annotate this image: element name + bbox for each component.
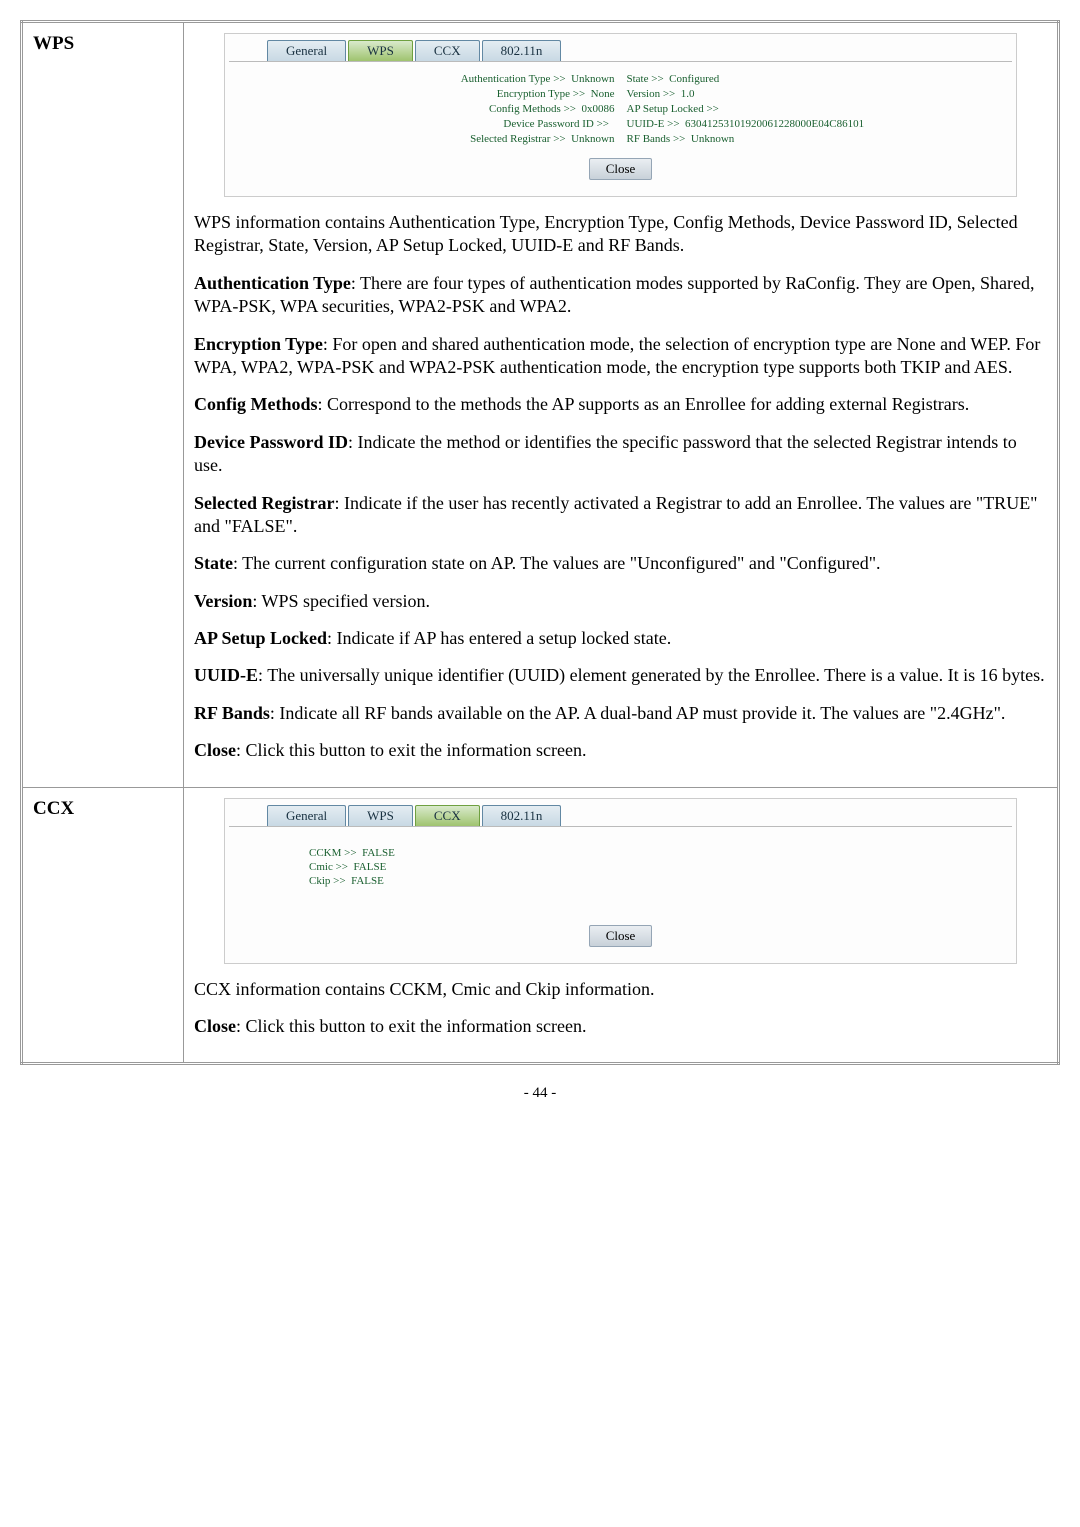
cfg-methods-value: 0x0086	[582, 103, 615, 115]
tab-ccx[interactable]: CCX	[415, 40, 480, 61]
wps-close-button[interactable]: Close	[589, 158, 653, 180]
wps-state-text: State: The current configuration state o…	[194, 552, 1047, 575]
tab-80211n[interactable]: 802.11n	[482, 40, 562, 61]
cmic-label: Cmic >>	[309, 861, 348, 873]
rf-value: Unknown	[691, 133, 734, 145]
ccx-tab-row: General WPS CCX 802.11n	[267, 805, 1012, 826]
wps-auth-text: Authentication Type: There are four type…	[194, 272, 1047, 319]
uuid-value: 63041253101920061228000E04C86101	[685, 118, 864, 130]
ccx-ui-panel: General WPS CCX 802.11n CCKM >> FALSE Cm…	[224, 798, 1017, 964]
state-label: State >>	[627, 73, 664, 85]
wps-enc-text: Encryption Type: For open and shared aut…	[194, 333, 1047, 380]
version-value: 1.0	[681, 88, 695, 100]
enc-type-label: Encryption Type >>	[497, 88, 585, 100]
auth-type-label: Authentication Type >>	[461, 73, 566, 85]
wps-label-cell: WPS	[22, 22, 184, 788]
wps-content-cell: General WPS CCX 802.11n Authentication T…	[184, 22, 1059, 788]
selreg-value: Unknown	[571, 133, 614, 145]
ccx-tab-body: CCKM >> FALSE Cmic >> FALSE Ckip >> FALS…	[229, 826, 1012, 919]
ccx-intro-text: CCX information contains CCKM, Cmic and …	[194, 978, 1047, 1001]
ccx-label-cell: CCX	[22, 787, 184, 1064]
wps-version-text: Version: WPS specified version.	[194, 590, 1047, 613]
devpw-label: Device Password ID >>	[503, 118, 609, 130]
tab-general-2[interactable]: General	[267, 805, 346, 826]
ccx-close-button[interactable]: Close	[589, 925, 653, 947]
tab-general[interactable]: General	[267, 40, 346, 61]
ccx-close-text: Close: Click this button to exit the inf…	[194, 1015, 1047, 1038]
wps-selreg-text: Selected Registrar: Indicate if the user…	[194, 492, 1047, 539]
state-value: Configured	[669, 73, 719, 85]
aplock-label: AP Setup Locked >>	[627, 103, 719, 115]
rf-label: RF Bands >>	[627, 133, 686, 145]
wps-rf-text: RF Bands: Indicate all RF bands availabl…	[194, 702, 1047, 725]
wps-cfg-text: Config Methods: Correspond to the method…	[194, 393, 1047, 416]
wps-tab-row: General WPS CCX 802.11n	[267, 40, 1012, 61]
wps-close-text: Close: Click this button to exit the inf…	[194, 739, 1047, 762]
auth-type-value: Unknown	[571, 73, 614, 85]
ckip-label: Ckip >>	[309, 875, 346, 887]
cckm-value: FALSE	[362, 847, 395, 859]
tab-ccx-2[interactable]: CCX	[415, 805, 480, 826]
ckip-value: FALSE	[351, 875, 384, 887]
cfg-methods-label: Config Methods >>	[489, 103, 576, 115]
selreg-label: Selected Registrar >>	[470, 133, 566, 145]
wps-tab-body: Authentication Type >> Unknown State >> …	[229, 61, 1012, 152]
uuid-label: UUID-E >>	[627, 118, 680, 130]
ccx-content-cell: General WPS CCX 802.11n CCKM >> FALSE Cm…	[184, 787, 1059, 1064]
wps-ui-panel: General WPS CCX 802.11n Authentication T…	[224, 33, 1017, 197]
page-number: - 44 -	[20, 1085, 1060, 1102]
cmic-value: FALSE	[354, 861, 387, 873]
wps-uuid-text: UUID-E: The universally unique identifie…	[194, 664, 1047, 687]
wps-devpw-text: Device Password ID: Indicate the method …	[194, 431, 1047, 478]
tab-wps[interactable]: WPS	[348, 40, 413, 61]
tab-wps-2[interactable]: WPS	[348, 805, 413, 826]
version-label: Version >>	[627, 88, 676, 100]
enc-type-value: None	[591, 88, 615, 100]
wps-aplock-text: AP Setup Locked: Indicate if AP has ente…	[194, 627, 1047, 650]
cckm-label: CCKM >>	[309, 847, 357, 859]
tab-80211n-2[interactable]: 802.11n	[482, 805, 562, 826]
wps-intro-text: WPS information contains Authentication …	[194, 211, 1047, 258]
